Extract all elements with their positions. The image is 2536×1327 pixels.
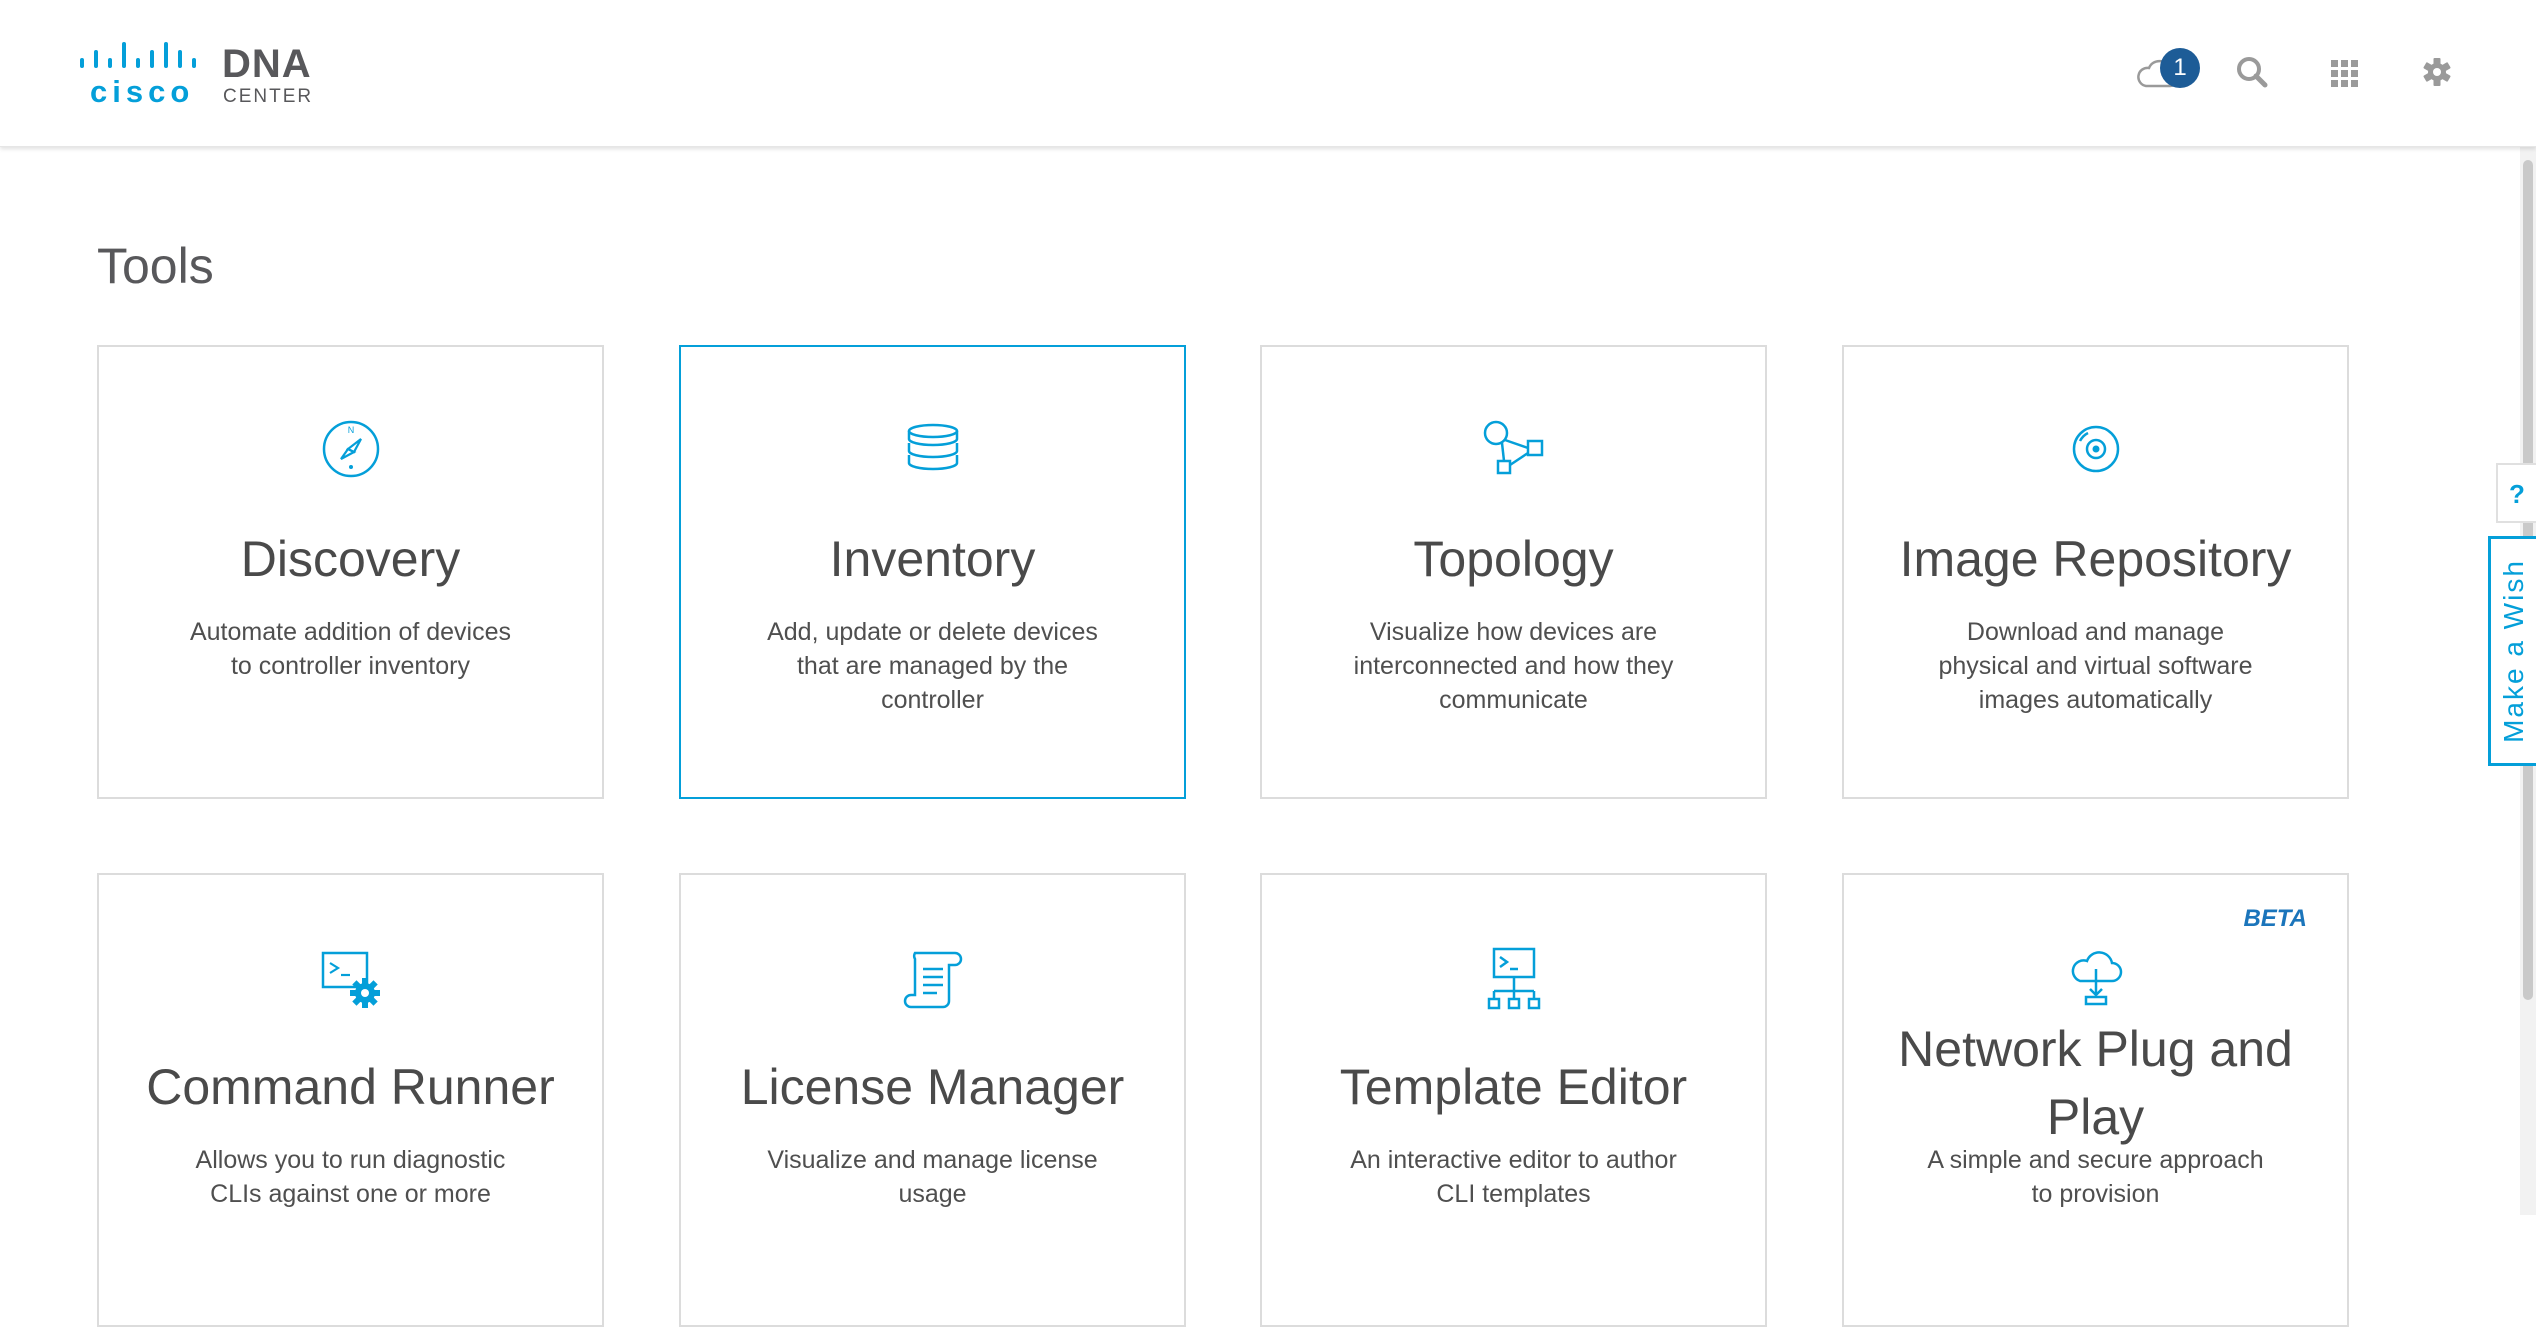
card-description: An interactive editor to author CLI temp… [1350, 1146, 1677, 1208]
card-description: Visualize and manage license usage [767, 1146, 1098, 1208]
cisco-bars-logo-icon [80, 42, 196, 68]
terminal-gear-icon [321, 951, 380, 1008]
beta-badge: BETA [2243, 905, 2307, 932]
scroll-icon [903, 951, 962, 1009]
tool-card-template-editor[interactable]: Template Editor An interactive editor to… [1260, 873, 1767, 1327]
topology-icon [1483, 420, 1543, 475]
disc-icon [2072, 425, 2119, 473]
cloud-download-icon [2071, 951, 2122, 1006]
product-subname: CENTER [223, 86, 314, 107]
tool-card-image-repository[interactable]: Image Repository Download and manage phy… [1842, 345, 2349, 799]
make-a-wish-label: Make a Wish [2497, 559, 2529, 743]
search-icon[interactable] [2228, 48, 2278, 98]
tool-card-command-runner[interactable]: Command Runner Allows you to run diagnos… [97, 873, 604, 1327]
card-title: Template Editor [1339, 1059, 1688, 1115]
database-icon [907, 423, 958, 471]
gear-icon[interactable] [2412, 48, 2462, 98]
card-title: Inventory [829, 531, 1036, 587]
make-a-wish-tab[interactable]: Make a Wish [2488, 536, 2536, 766]
main-content: Tools N Discovery Automate addition of d… [0, 147, 2536, 1327]
card-description: Download and manage physical and virtual… [1938, 618, 2253, 714]
card-description: Allows you to run diagnostic CLIs agains… [195, 1146, 506, 1208]
product-name: DNA [222, 42, 312, 86]
terminal-tree-icon [1487, 947, 1540, 1010]
card-description: Automate addition of devices to controll… [189, 618, 512, 680]
compass-icon: N [322, 420, 379, 478]
card-title: License Manager [740, 1059, 1125, 1115]
card-title: Discovery [240, 531, 461, 587]
card-description: A simple and secure approach to provisio… [1927, 1146, 2264, 1208]
top-header: cisco DNA CENTER 1 [0, 0, 2536, 147]
card-title: Command Runner [146, 1059, 555, 1115]
notification-badge[interactable]: 1 [2160, 48, 2200, 88]
tool-card-discovery[interactable]: N Discovery Automate addition of devices… [97, 345, 604, 799]
card-description: Add, update or delete devices that are m… [767, 618, 1098, 714]
tool-card-inventory[interactable]: Inventory Add, update or delete devices … [679, 345, 1186, 799]
card-description: Visualize how devices are interconnected… [1353, 618, 1674, 714]
card-title: Image Repository [1899, 531, 2292, 587]
page-title: Tools [97, 238, 214, 294]
tool-card-license-manager[interactable]: License Manager Visualize and manage lic… [679, 873, 1186, 1327]
card-title: Network Plug and Play [1898, 1021, 2293, 1145]
tool-card-topology[interactable]: Topology Visualize how devices are inter… [1260, 345, 1767, 799]
card-title: Topology [1413, 531, 1614, 587]
cisco-wordmark: cisco [90, 74, 195, 109]
apps-grid-icon[interactable] [2319, 48, 2369, 98]
help-tab[interactable]: ? [2496, 463, 2536, 523]
tool-card-network-plug-and-play[interactable]: BETA Network Plug and Play A simple and … [1842, 873, 2349, 1327]
svg-text:N: N [347, 425, 354, 435]
